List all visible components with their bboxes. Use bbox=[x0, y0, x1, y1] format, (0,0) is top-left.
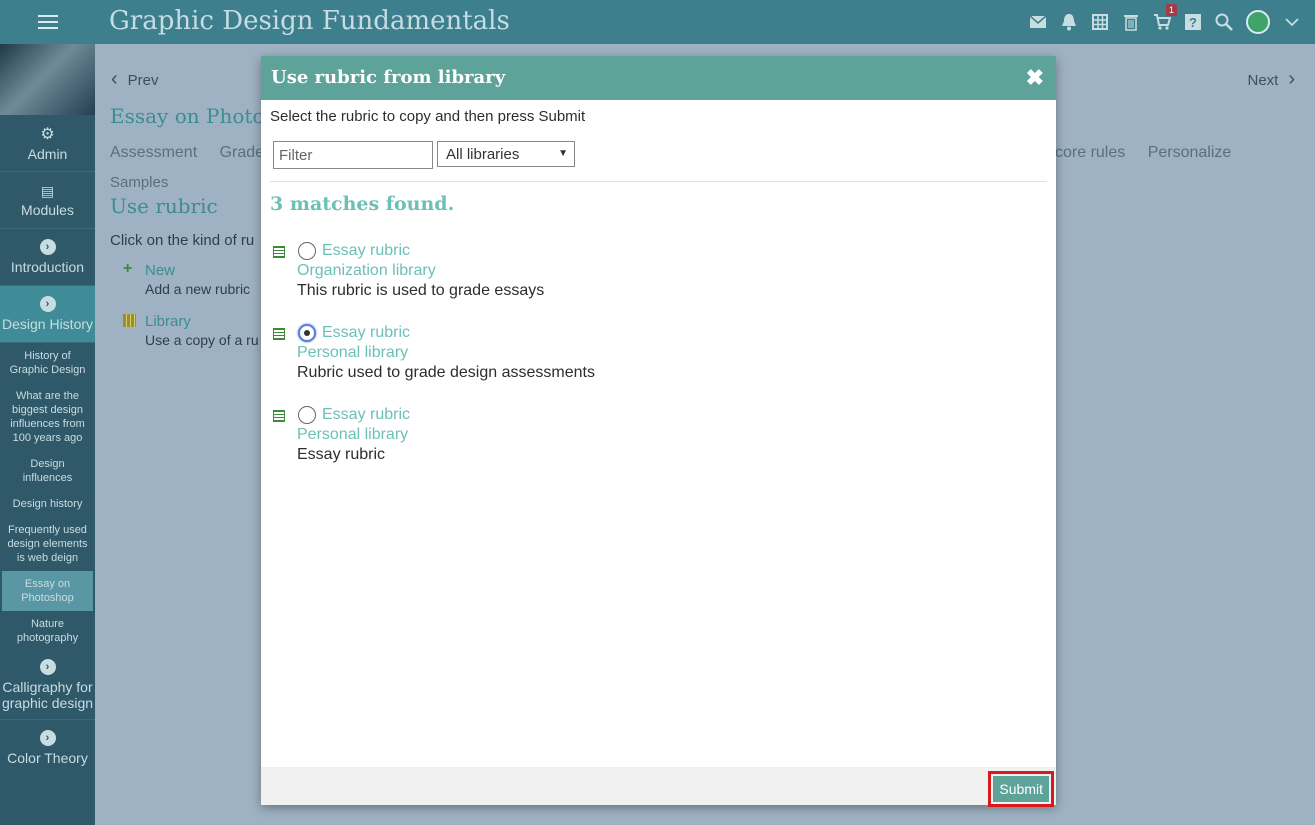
sidebar-subitem-active[interactable]: Essay on Photoshop bbox=[2, 571, 93, 611]
result-radio[interactable] bbox=[298, 406, 316, 424]
rubric-grid-icon bbox=[273, 328, 285, 340]
chevron-right-icon: › bbox=[39, 296, 56, 312]
dialog-header: Use rubric from library ✖ bbox=[261, 56, 1056, 100]
library-icon bbox=[123, 314, 136, 327]
chevron-right-icon: › bbox=[39, 659, 56, 675]
top-icons: 1 ? bbox=[1029, 0, 1301, 44]
sidebar-item-label: Modules bbox=[21, 201, 74, 218]
next-label: Next bbox=[1247, 72, 1279, 89]
trash-icon[interactable] bbox=[1122, 13, 1140, 31]
help-icon[interactable]: ? bbox=[1184, 13, 1202, 31]
calendar-icon[interactable] bbox=[1091, 13, 1109, 31]
result-desc: Rubric used to grade design assessments bbox=[297, 364, 595, 381]
app-title: Graphic Design Fundamentals bbox=[109, 6, 510, 36]
sidebar-item-label: Design History bbox=[1, 316, 94, 332]
next-link[interactable]: Next › bbox=[1247, 68, 1295, 91]
result-item: Essay rubric Organization library This r… bbox=[273, 242, 973, 312]
sidebar-subitem[interactable]: What are the biggest design influences f… bbox=[0, 383, 95, 451]
notebook-icon: ▤ bbox=[40, 182, 55, 199]
sidebar-item-calligraphy[interactable]: › Calligraphy for graphic design bbox=[0, 651, 95, 720]
sidebar-subitem[interactable]: History of Graphic Design bbox=[0, 343, 95, 383]
course-banner bbox=[0, 44, 95, 115]
sidebar-subitem[interactable]: Frequently used design elements is web d… bbox=[0, 517, 95, 571]
result-item: Essay rubric Personal library Essay rubr… bbox=[273, 406, 973, 476]
chevron-right-icon: › bbox=[39, 239, 56, 255]
result-desc: Essay rubric bbox=[297, 446, 386, 463]
submit-button[interactable]: Submit bbox=[993, 776, 1049, 802]
sidebar-item-label: Calligraphy for graphic design bbox=[1, 679, 94, 711]
sidebar-subitem[interactable]: Design influences bbox=[0, 451, 95, 491]
sidebar-subitem[interactable]: Design history bbox=[0, 491, 95, 517]
submit-highlight: Submit bbox=[988, 771, 1054, 807]
matches-count: 3 matches found. bbox=[270, 193, 455, 215]
hamburger-icon bbox=[37, 15, 58, 29]
sidebar-subitem[interactable]: Nature photography bbox=[0, 611, 95, 651]
tab-score-rules[interactable]: core rules bbox=[1055, 144, 1125, 161]
sidebar-item-color-theory[interactable]: › Color Theory bbox=[0, 720, 95, 776]
result-library[interactable]: Organization library bbox=[297, 262, 436, 280]
sidebar: ⚙ Admin ▤ Modules › Introduction › Desig… bbox=[0, 44, 95, 825]
top-bar: Graphic Design Fundamentals 1 ? bbox=[0, 0, 1315, 44]
rubric-library-dialog: Use rubric from library ✖ Select the rub… bbox=[261, 56, 1056, 807]
sidebar-item-introduction[interactable]: › Introduction bbox=[0, 229, 95, 286]
library-select-value: All libraries bbox=[446, 146, 520, 163]
bell-icon[interactable] bbox=[1060, 13, 1078, 31]
search-icon[interactable] bbox=[1215, 13, 1233, 31]
dialog-title: Use rubric from library bbox=[271, 67, 506, 88]
result-name[interactable]: Essay rubric bbox=[322, 406, 410, 424]
result-desc: This rubric is used to grade essays bbox=[297, 282, 545, 299]
chevron-right-icon: › bbox=[1288, 68, 1295, 90]
rubric-grid-icon bbox=[273, 246, 285, 258]
instructions: Click on the kind of ru bbox=[110, 232, 255, 249]
samples-link[interactable]: Samples bbox=[110, 174, 168, 191]
svg-text:?: ? bbox=[1189, 15, 1197, 30]
library-select[interactable]: All libraries ▼ bbox=[437, 141, 575, 167]
dropdown-arrow-icon: ▼ bbox=[558, 148, 568, 159]
gear-icon: ⚙ bbox=[40, 126, 55, 143]
close-icon[interactable]: ✖ bbox=[1026, 65, 1044, 91]
result-radio[interactable] bbox=[298, 242, 316, 260]
chevron-right-icon: › bbox=[39, 730, 56, 746]
option-new[interactable]: + New Add a new rubric bbox=[123, 260, 251, 297]
prev-label: Prev bbox=[127, 72, 159, 89]
result-name[interactable]: Essay rubric bbox=[322, 242, 410, 260]
option-desc: Use a copy of a ru bbox=[145, 332, 259, 348]
result-item: Essay rubric Personal library Rubric use… bbox=[273, 324, 973, 394]
plus-icon: + bbox=[123, 260, 133, 277]
cart-badge: 1 bbox=[1165, 4, 1177, 16]
tab-bar: Assessment Grade bbox=[110, 144, 282, 162]
sidebar-item-admin[interactable]: ⚙ Admin bbox=[0, 115, 95, 172]
divider bbox=[270, 181, 1047, 182]
sidebar-item-modules[interactable]: ▤ Modules bbox=[0, 172, 95, 229]
option-label: New bbox=[145, 262, 176, 279]
filter-input[interactable] bbox=[273, 141, 433, 169]
tab-grade[interactable]: Grade bbox=[220, 144, 264, 161]
chevron-left-icon: ‹ bbox=[111, 68, 118, 90]
tab-assessment[interactable]: Assessment bbox=[110, 144, 197, 161]
sidebar-item-label: Color Theory bbox=[7, 750, 88, 766]
page-title: Essay on Photo bbox=[110, 104, 265, 128]
section-title: Use rubric bbox=[110, 194, 218, 218]
tab-bar-right: core rules Personalize bbox=[1055, 144, 1249, 162]
mail-icon[interactable] bbox=[1029, 13, 1047, 31]
rubric-grid-icon bbox=[273, 410, 285, 422]
sidebar-item-design-history[interactable]: › Design History bbox=[0, 286, 95, 343]
dialog-instructions: Select the rubric to copy and then press… bbox=[270, 108, 586, 125]
sidebar-item-label: Introduction bbox=[10, 259, 85, 275]
chevron-down-icon[interactable] bbox=[1283, 13, 1301, 31]
cart-icon[interactable]: 1 bbox=[1153, 4, 1177, 31]
result-name[interactable]: Essay rubric bbox=[322, 324, 410, 342]
result-library[interactable]: Personal library bbox=[297, 344, 408, 362]
result-radio-selected[interactable] bbox=[298, 324, 316, 342]
dialog-footer: Submit bbox=[261, 767, 1056, 807]
option-desc: Add a new rubric bbox=[145, 281, 251, 297]
result-library[interactable]: Personal library bbox=[297, 426, 408, 444]
prev-link[interactable]: ‹ Prev bbox=[111, 68, 159, 91]
menu-button[interactable] bbox=[0, 0, 95, 44]
avatar[interactable] bbox=[1246, 10, 1270, 34]
option-library[interactable]: Library Use a copy of a ru bbox=[123, 313, 259, 348]
sidebar-item-label: Admin bbox=[27, 146, 68, 162]
option-label: Library bbox=[145, 313, 191, 330]
tab-personalize[interactable]: Personalize bbox=[1148, 144, 1232, 161]
